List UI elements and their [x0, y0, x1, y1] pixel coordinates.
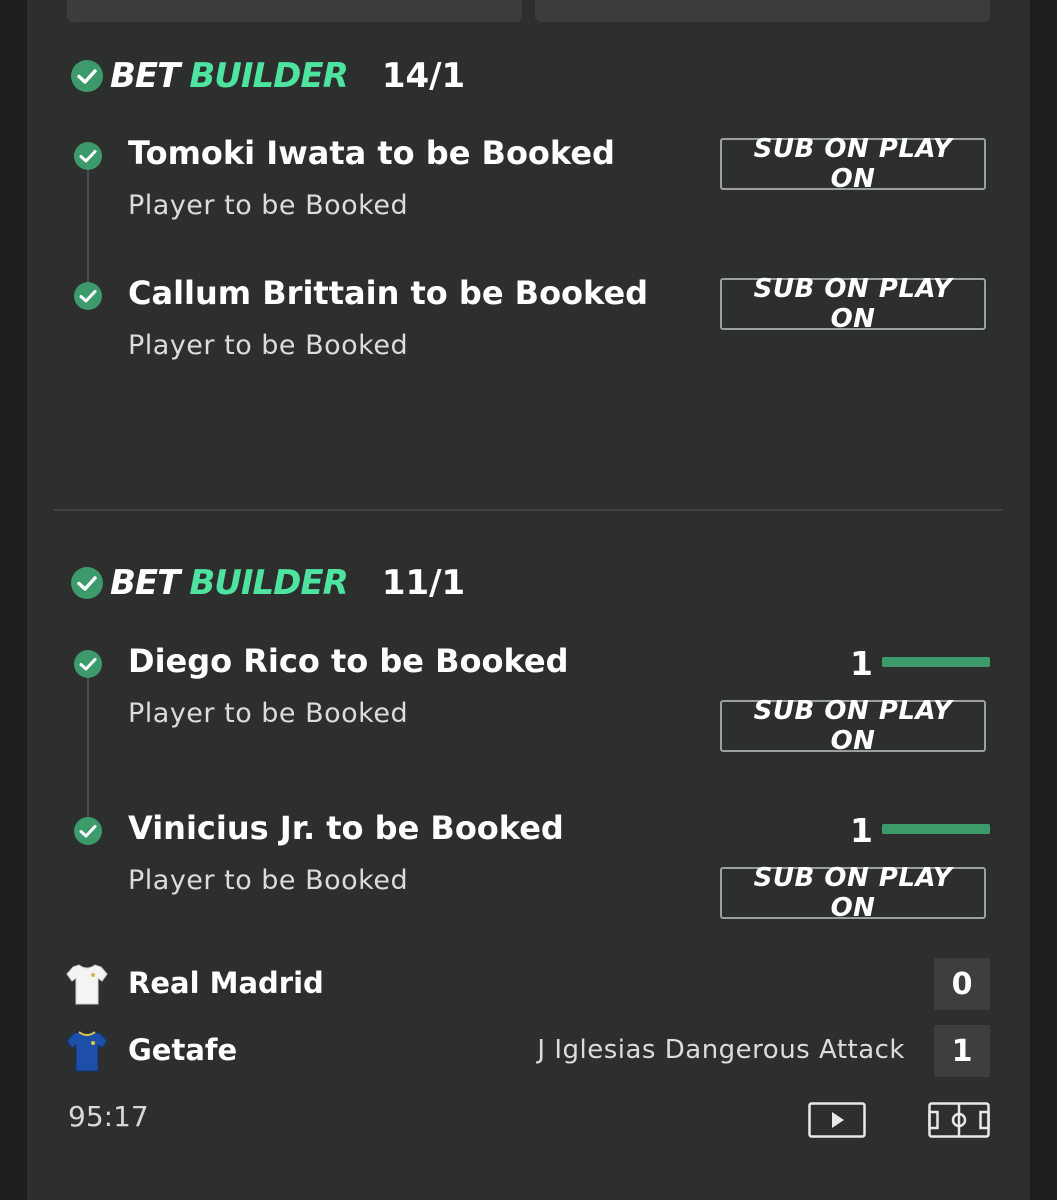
check-badge-icon	[71, 567, 103, 599]
bet-builder-header: BET BUILDER 11/1	[70, 563, 465, 603]
progress-count: 1	[850, 811, 873, 850]
leg-check-icon	[74, 650, 102, 678]
sub-on-play-on-button[interactable]: SUB ON PLAY ON	[720, 863, 986, 923]
section-divider	[54, 509, 1003, 511]
odds: 11/1	[381, 563, 466, 603]
builder-label: BUILDER	[189, 563, 348, 603]
leg-connector-line	[87, 158, 89, 296]
top-tab-left[interactable]	[67, 0, 522, 22]
leg-subtitle: Player to be Booked	[128, 330, 409, 361]
leg-check-icon	[74, 282, 102, 310]
progress-fill	[882, 824, 990, 834]
progress-fill	[882, 657, 990, 667]
blue-shirt-icon	[66, 1031, 108, 1072]
progress-count: 1	[850, 644, 873, 683]
pitch-icon[interactable]	[928, 1102, 990, 1138]
progress-bar	[882, 824, 990, 834]
play-video-icon[interactable]	[808, 1102, 866, 1138]
match-event: J Iglesias Dangerous Attack	[537, 1035, 905, 1065]
leg-title: Callum Brittain to be Booked	[128, 274, 649, 312]
top-tab-right[interactable]	[535, 0, 990, 22]
bet-builder-header: BET BUILDER 14/1	[70, 56, 465, 96]
leg-check-icon	[74, 817, 102, 845]
team-row-away: Getafe J Iglesias Dangerous Attack 1	[66, 1023, 990, 1079]
sub-on-play-on-button[interactable]: SUB ON PLAY ON	[720, 696, 986, 756]
builder-label: BUILDER	[189, 56, 348, 96]
score-box: 0	[934, 958, 990, 1010]
leg-title: Tomoki Iwata to be Booked	[128, 134, 615, 172]
odds: 14/1	[381, 56, 466, 96]
leg-subtitle: Player to be Booked	[128, 698, 409, 729]
white-shirt-icon	[66, 964, 108, 1005]
leg-title: Vinicius Jr. to be Booked	[128, 809, 564, 847]
match-clock: 95:17	[68, 1100, 149, 1133]
bet-label: BET	[110, 563, 180, 603]
leg-subtitle: Player to be Booked	[128, 865, 409, 896]
leg-title: Diego Rico to be Booked	[128, 642, 569, 680]
score-box: 1	[934, 1025, 990, 1077]
team-row-home: Real Madrid 0	[66, 956, 990, 1012]
check-badge-icon	[71, 60, 103, 92]
sub-on-play-on-button[interactable]: SUB ON PLAY ON	[720, 134, 986, 194]
leg-check-icon	[74, 142, 102, 170]
sub-on-play-on-button[interactable]: SUB ON PLAY ON	[720, 274, 986, 334]
leg-connector-line	[87, 666, 89, 830]
progress-bar	[882, 657, 990, 667]
leg-subtitle: Player to be Booked	[128, 190, 409, 221]
team-name: Getafe	[128, 1033, 238, 1067]
bet-label: BET	[110, 56, 180, 96]
team-name: Real Madrid	[128, 966, 324, 1000]
